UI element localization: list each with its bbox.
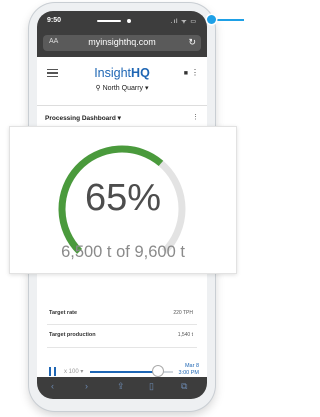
- metric-value-target-production: 1,540 t: [177, 332, 193, 338]
- chevron-down-icon: ▾: [145, 85, 149, 92]
- location-name: North Quarry: [102, 85, 144, 92]
- bookmarks-icon[interactable]: ▯: [149, 381, 154, 392]
- pause-button[interactable]: [49, 367, 56, 376]
- browser-top-bar: 9:50 .ıl ᯤ ▭ AA myinsighthq.com ↻: [37, 11, 207, 57]
- header-divider: [37, 105, 207, 106]
- dashboard-title: Processing Dashboard ▾: [45, 115, 121, 122]
- timeline-date: Mar 8 3:00 PM: [179, 363, 199, 377]
- back-icon[interactable]: ‹: [51, 381, 54, 391]
- more-options-icon[interactable]: ⋮: [191, 68, 199, 77]
- address-bar[interactable]: AA myinsighthq.com ↻: [43, 35, 201, 51]
- notification-bell-icon[interactable]: ■: [184, 70, 188, 77]
- metric-label-target-rate: Target rate: [49, 310, 78, 316]
- url-text[interactable]: myinsighthq.com: [43, 37, 201, 47]
- status-icons: .ıl ᯤ ▭: [170, 19, 197, 25]
- row-divider: [47, 324, 197, 325]
- timeline-progress[interactable]: [90, 371, 156, 373]
- browser-bottom-bar: ‹ › ⇪ ▯ ⧉: [37, 377, 207, 399]
- date-label: Mar 8: [184, 363, 199, 369]
- callout-dot: [207, 15, 216, 24]
- metric-value-target-rate: 220 TPH: [173, 310, 193, 316]
- brand-logo: InsightHQ: [94, 66, 150, 80]
- status-time: 9:50: [47, 17, 62, 24]
- time-label: 3:00 PM: [178, 370, 199, 376]
- share-icon[interactable]: ⇪: [117, 381, 125, 392]
- gauge-subtitle: 6,500 t of 9,600 t: [61, 243, 185, 261]
- gauge-percent: 65%: [84, 177, 162, 219]
- app-header: InsightHQ ⚲ North Quarry ▾ ■ ⋮: [37, 57, 207, 107]
- speed-selector[interactable]: x 100 ▾: [64, 368, 83, 375]
- row-divider: [47, 347, 197, 348]
- timeline-slider-handle[interactable]: [153, 366, 163, 376]
- gauge-card: 65% 6,500 t of 9,600 t: [9, 126, 237, 274]
- reload-icon[interactable]: ↻: [188, 37, 196, 48]
- callout-line: [213, 19, 244, 21]
- tabs-icon[interactable]: ⧉: [181, 381, 187, 392]
- location-selector[interactable]: ⚲ North Quarry ▾: [37, 84, 207, 92]
- metric-label-target-production: Target production: [49, 332, 96, 338]
- forward-icon[interactable]: ›: [85, 381, 88, 391]
- dashboard-options-icon[interactable]: ⋮: [192, 113, 199, 121]
- dashboard-selector[interactable]: Processing Dashboard ▾ ⋮: [37, 112, 207, 126]
- notch-camera: [127, 19, 131, 23]
- map-pin-icon: ⚲: [95, 85, 101, 92]
- notch-speaker: [97, 20, 121, 22]
